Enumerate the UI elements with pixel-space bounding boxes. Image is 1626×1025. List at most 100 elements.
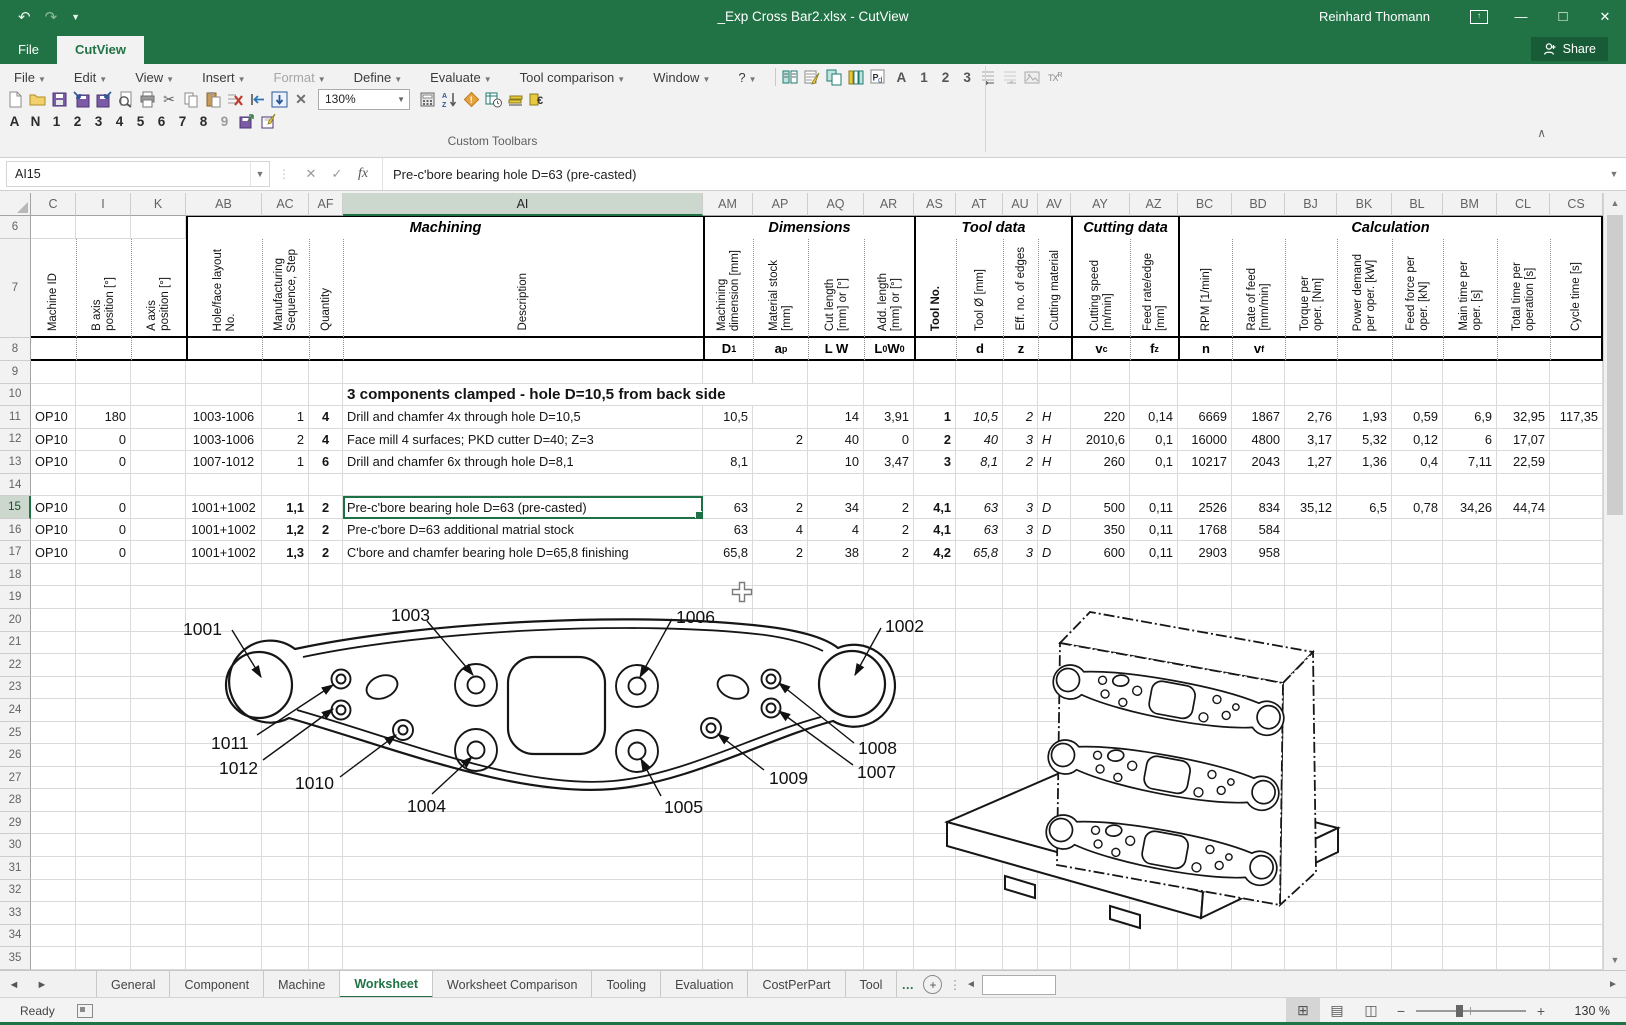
cell-AY16[interactable]: 350 (1071, 519, 1130, 542)
cell-AR33[interactable] (864, 902, 914, 925)
cell-AM13[interactable]: 8,1 (703, 451, 753, 474)
save-icon[interactable] (48, 89, 70, 109)
save-layout-icon[interactable] (235, 111, 257, 131)
undo-icon[interactable]: ↶ (18, 8, 31, 26)
cell-I12[interactable]: 0 (76, 429, 131, 452)
cell-AM9[interactable] (703, 361, 753, 384)
cell-AM32[interactable] (703, 880, 753, 903)
cell-AF35[interactable] (309, 947, 343, 970)
column-header-AQ[interactable]: AQ (808, 193, 864, 216)
cell-BM22[interactable] (1443, 654, 1497, 677)
cell-AI12[interactable]: Face mill 4 surfaces; PKD cutter D=40; Z… (343, 429, 703, 452)
cell-AY17[interactable]: 600 (1071, 541, 1130, 564)
cell-AF11[interactable]: 4 (309, 406, 343, 429)
cell-BC17[interactable]: 2903 (1178, 541, 1232, 564)
cell-BC16[interactable]: 1768 (1178, 519, 1232, 542)
cell-BK16[interactable] (1337, 519, 1392, 542)
cell-C22[interactable] (31, 654, 76, 677)
cell-BJ35[interactable] (1285, 947, 1337, 970)
cell-BK17[interactable] (1337, 541, 1392, 564)
cell-K9[interactable] (131, 361, 186, 384)
cell-AC33[interactable] (262, 902, 309, 925)
cell-CS22[interactable] (1550, 654, 1603, 677)
cell-AM35[interactable] (703, 947, 753, 970)
cell-AZ15[interactable]: 0,11 (1130, 496, 1178, 519)
cell-AP14[interactable] (753, 474, 808, 497)
menu-tool-comparison[interactable]: Tool comparison▼ (506, 70, 640, 85)
sheet-tab-machine[interactable]: Machine (264, 971, 340, 998)
cell-AR15[interactable]: 2 (864, 496, 914, 519)
cell-AB31[interactable] (186, 857, 262, 880)
menu-edit[interactable]: Edit▼ (60, 70, 121, 85)
cell-CL16[interactable] (1497, 519, 1550, 542)
cell-AC35[interactable] (262, 947, 309, 970)
cell-AM33[interactable] (703, 902, 753, 925)
column-header-AB[interactable]: AB (186, 193, 262, 216)
cell-BD9[interactable] (1232, 361, 1285, 384)
cell-I27[interactable] (76, 767, 131, 790)
view-level-1-button[interactable]: 1 (913, 70, 935, 85)
page-break-view-icon[interactable]: ◫ (1354, 998, 1388, 1023)
row-header-10[interactable]: 10 (0, 384, 31, 407)
cell-AU16[interactable]: 3 (1003, 519, 1038, 542)
cell-CL26[interactable] (1497, 744, 1550, 767)
cell-BL16[interactable] (1392, 519, 1443, 542)
column-header-K[interactable]: K (131, 193, 186, 216)
columns-tool-icon[interactable] (847, 68, 867, 86)
row-header-35[interactable]: 35 (0, 947, 31, 970)
row-header-17[interactable]: 17 (0, 541, 31, 564)
add-sheet-button[interactable]: + (918, 971, 948, 998)
cell-AB15[interactable]: 1001+1002 (186, 496, 262, 519)
cell-AV10[interactable] (1038, 384, 1071, 407)
cell-AP35[interactable] (753, 947, 808, 970)
row-header-33[interactable]: 33 (0, 902, 31, 925)
cell-CL35[interactable] (1497, 947, 1550, 970)
cell-BM35[interactable] (1443, 947, 1497, 970)
cell-AI31[interactable] (343, 857, 703, 880)
menu-format[interactable]: Format▼ (260, 70, 340, 85)
select-all-corner[interactable] (0, 193, 31, 216)
column-header-BK[interactable]: BK (1337, 193, 1392, 216)
column-header-BL[interactable]: BL (1392, 193, 1443, 216)
cell-AQ33[interactable] (808, 902, 864, 925)
cell-C33[interactable] (31, 902, 76, 925)
cell-CS9[interactable] (1550, 361, 1603, 384)
sheet-tab-evaluation[interactable]: Evaluation (661, 971, 748, 998)
cell-CL15[interactable]: 44,74 (1497, 496, 1550, 519)
cell-CS10[interactable] (1550, 384, 1603, 407)
cell-BM15[interactable]: 34,26 (1443, 496, 1497, 519)
menu-insert[interactable]: Insert▼ (188, 70, 259, 85)
cell-AZ11[interactable]: 0,14 (1130, 406, 1178, 429)
cell-AQ35[interactable] (808, 947, 864, 970)
group-insert-icon[interactable] (979, 68, 999, 86)
cell-I24[interactable] (76, 699, 131, 722)
cell-BK13[interactable]: 1,36 (1337, 451, 1392, 474)
cell-BJ9[interactable] (1285, 361, 1337, 384)
cell-BM31[interactable] (1443, 857, 1497, 880)
menu-view[interactable]: View▼ (121, 70, 188, 85)
row-header-32[interactable]: 32 (0, 880, 31, 903)
cell-AU11[interactable]: 2 (1003, 406, 1038, 429)
cell-CS11[interactable]: 117,35 (1550, 406, 1603, 429)
cell-CL23[interactable] (1497, 677, 1550, 700)
cell-AB14[interactable] (186, 474, 262, 497)
cell-AU14[interactable] (1003, 474, 1038, 497)
row-header-22[interactable]: 22 (0, 654, 31, 677)
cell-AQ10[interactable] (808, 384, 864, 407)
cell-CS19[interactable] (1550, 586, 1603, 609)
row-header-16[interactable]: 16 (0, 519, 31, 542)
cell-BK11[interactable]: 1,93 (1337, 406, 1392, 429)
cell-AF16[interactable]: 2 (309, 519, 343, 542)
cell-BJ12[interactable]: 3,17 (1285, 429, 1337, 452)
cell-AF14[interactable] (309, 474, 343, 497)
column-header-CL[interactable]: CL (1497, 193, 1550, 216)
cell-BJ10[interactable] (1285, 384, 1337, 407)
cell-AQ32[interactable] (808, 880, 864, 903)
cell-BM34[interactable] (1443, 925, 1497, 948)
cell-K16[interactable] (131, 519, 186, 542)
cell-I30[interactable] (76, 834, 131, 857)
cell-BJ15[interactable]: 35,12 (1285, 496, 1337, 519)
cell-BL21[interactable] (1392, 632, 1443, 655)
cell-BD16[interactable]: 584 (1232, 519, 1285, 542)
cell-BD11[interactable]: 1867 (1232, 406, 1285, 429)
